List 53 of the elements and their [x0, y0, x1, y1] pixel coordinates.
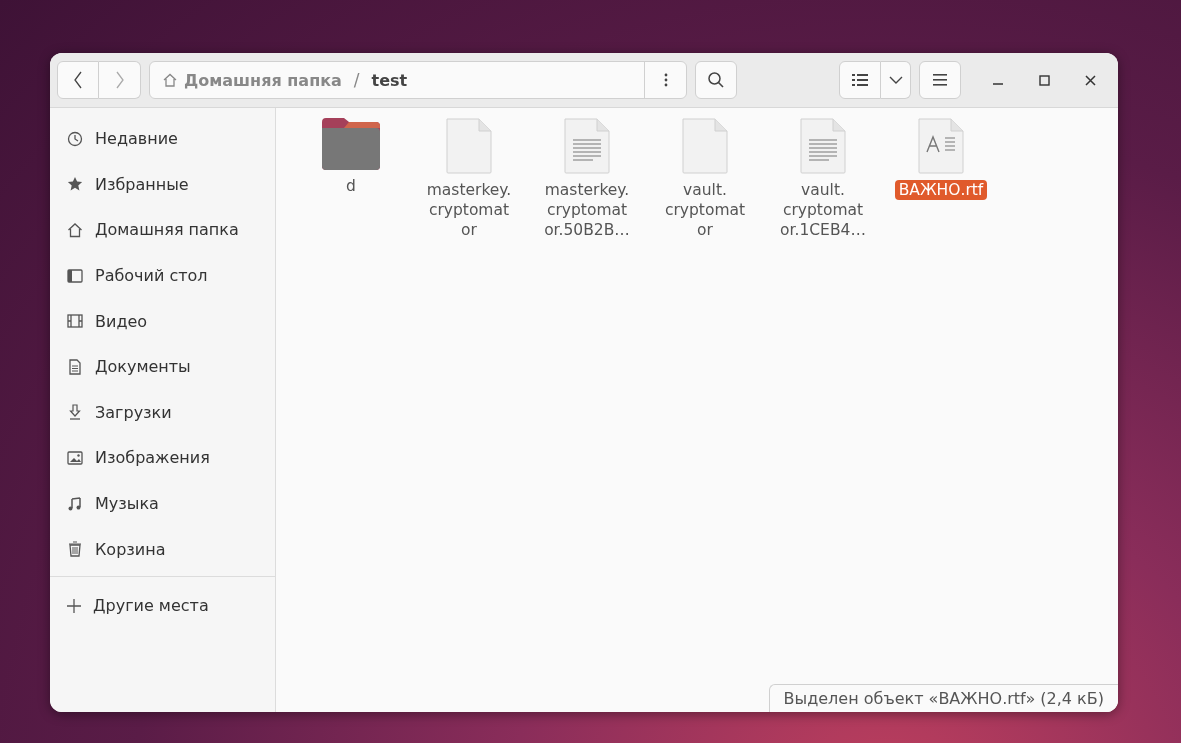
chevron-down-icon	[888, 76, 903, 84]
file-name: masterkey. cryptomat or	[425, 180, 513, 240]
more-icon	[663, 73, 668, 87]
menu-button[interactable]	[919, 61, 961, 99]
sidebar-item[interactable]: Корзина	[50, 526, 275, 572]
sidebar-item[interactable]: Изображения	[50, 435, 275, 481]
home-icon	[162, 72, 178, 88]
blank-file-icon[interactable]	[445, 118, 493, 174]
clock-icon	[67, 130, 83, 147]
sidebar-item[interactable]: Недавние	[50, 116, 275, 162]
text-file-icon[interactable]	[799, 118, 847, 174]
forward-icon	[114, 71, 125, 89]
file-name: d	[345, 176, 357, 196]
back-button[interactable]	[57, 61, 99, 99]
music-note-icon	[67, 495, 83, 512]
list-icon	[852, 73, 868, 87]
sidebar-item[interactable]: Видео	[50, 298, 275, 344]
plus-icon	[67, 598, 81, 613]
trash-icon	[67, 541, 83, 558]
text-file-icon[interactable]	[563, 118, 611, 174]
sidebar-item[interactable]: Избранные	[50, 161, 275, 208]
folder-icon[interactable]	[322, 118, 380, 170]
sidebar-item[interactable]: Документы	[50, 343, 275, 390]
sidebar-item[interactable]: Рабочий стол	[50, 252, 275, 299]
document-file-icon[interactable]	[917, 118, 965, 174]
sidebar-item[interactable]: Загрузки	[50, 389, 275, 436]
file-name: masterkey. cryptomat or.50B2B…	[543, 180, 631, 240]
search-button[interactable]	[695, 61, 737, 99]
path-segment[interactable]: test	[367, 70, 412, 90]
maximize-icon	[1038, 74, 1050, 86]
desktop-icon	[67, 267, 83, 284]
download-icon	[67, 404, 83, 421]
file-name: vault. cryptomat or.1CEB4…	[779, 180, 867, 240]
status-bar: Выделен объект «ВАЖНО.rtf» (2,4 кБ)	[768, 684, 1118, 712]
menu-icon	[933, 74, 947, 86]
home-icon	[67, 222, 83, 238]
sidebar-item[interactable]: Другие места	[50, 582, 275, 629]
star-icon	[67, 176, 83, 193]
list-view-button[interactable]	[839, 61, 881, 99]
forward-button[interactable]	[99, 61, 141, 99]
back-icon	[73, 71, 83, 89]
search-icon	[707, 71, 725, 89]
document-icon	[67, 358, 83, 375]
sidebar-item[interactable]: Музыка	[50, 480, 275, 527]
blank-file-icon[interactable]	[681, 118, 729, 174]
file-name: vault. cryptomat or	[663, 180, 747, 240]
picture-icon	[67, 449, 83, 466]
path-separator: /	[353, 70, 360, 90]
sidebar-item[interactable]: Домашняя папка	[50, 207, 275, 253]
close-icon	[1084, 74, 1096, 86]
file-name: ВАЖНО.rtf	[894, 180, 988, 200]
minimize-icon	[993, 83, 1003, 85]
film-icon	[67, 313, 83, 330]
